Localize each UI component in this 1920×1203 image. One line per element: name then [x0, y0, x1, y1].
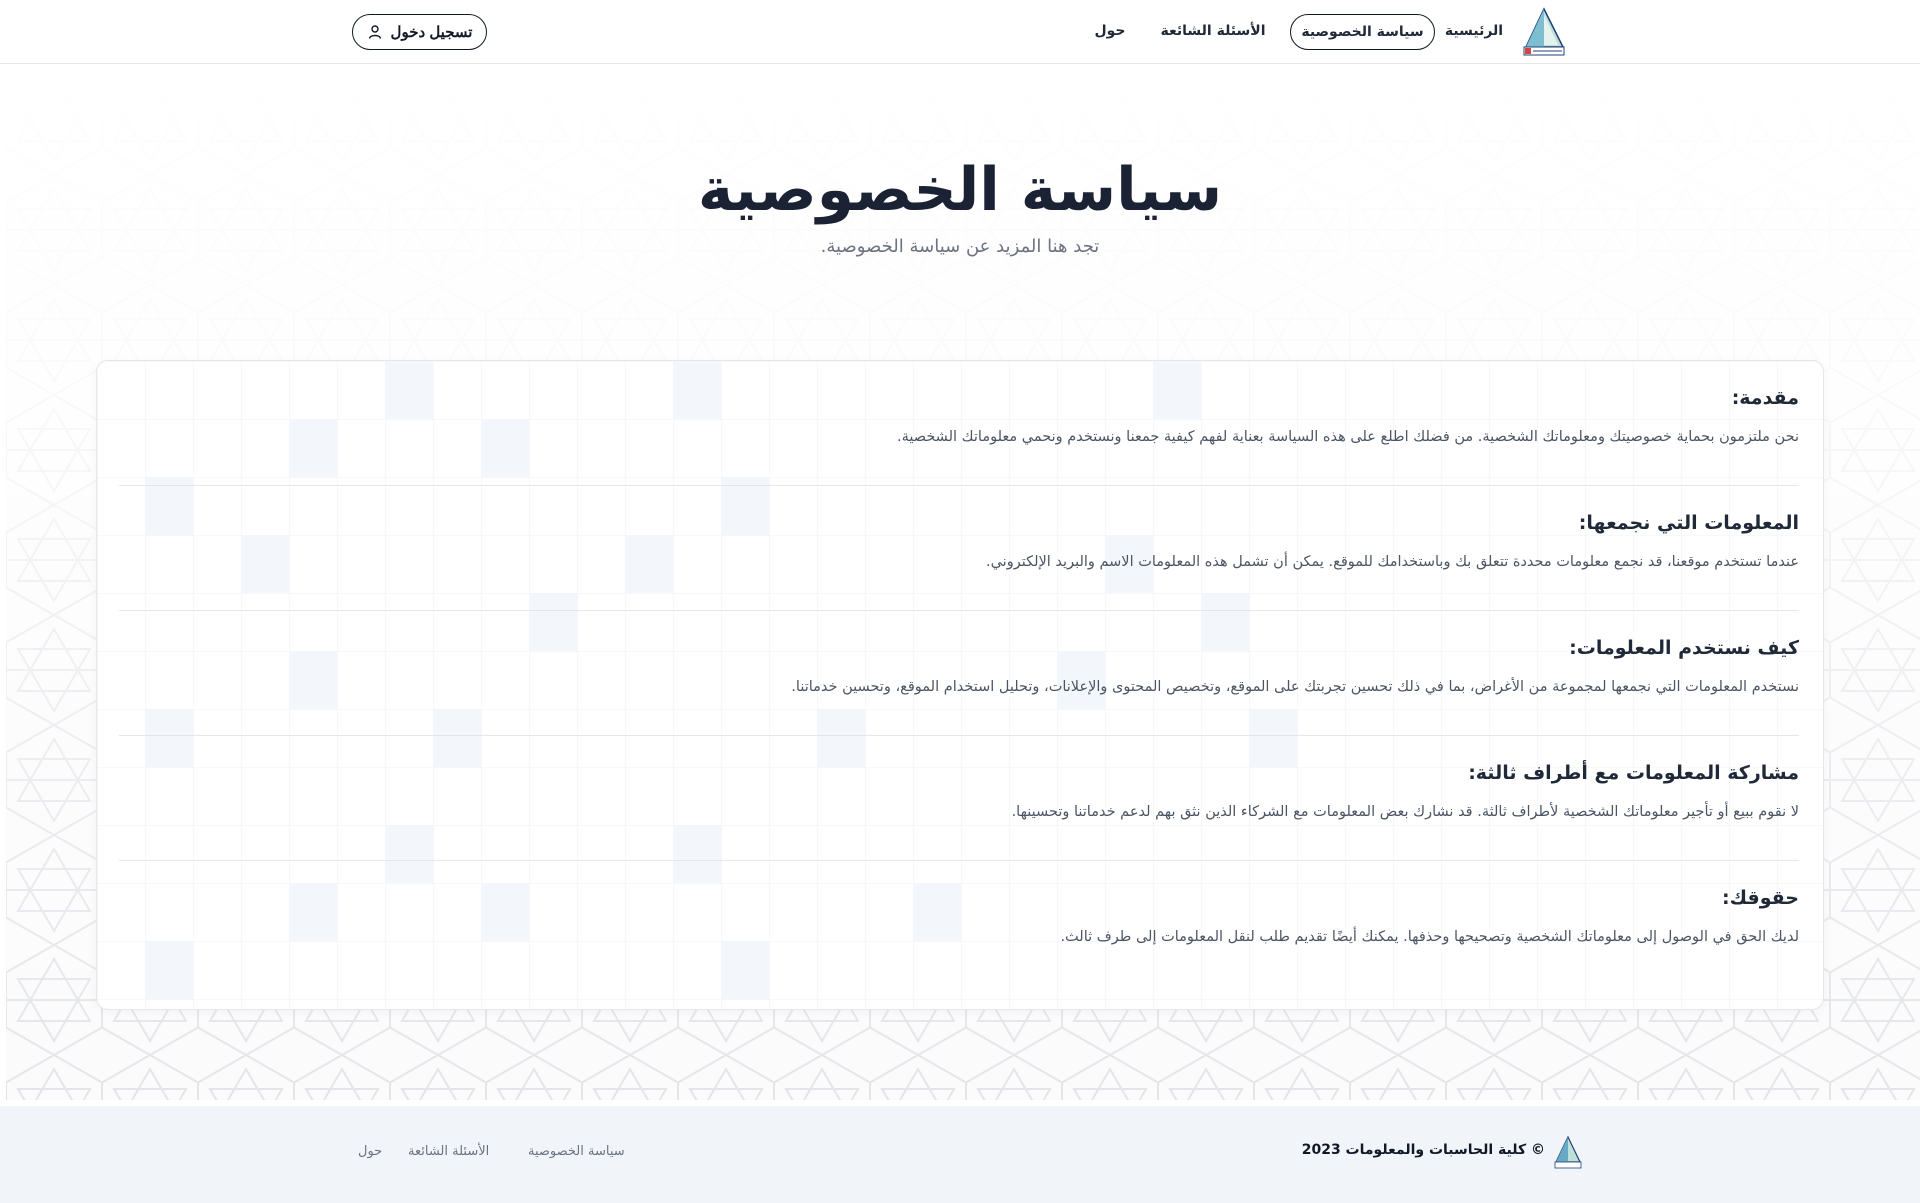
section-title: مشاركة المعلومات مع أطراف ثالثة: — [1468, 762, 1799, 784]
section-body: لديك الحق في الوصول إلى معلوماتك الشخصية… — [1060, 929, 1799, 945]
section-divider — [119, 860, 1799, 861]
section-body: نحن ملتزمون بحماية خصوصيتك ومعلوماتك الش… — [896, 429, 1799, 445]
user-icon — [368, 25, 381, 39]
nav-privacy-link[interactable]: سياسة الخصوصية — [1290, 14, 1435, 50]
section-divider — [119, 610, 1799, 611]
page-title: سياسة الخصوصية — [697, 155, 1223, 225]
section-title: مقدمة: — [1731, 387, 1799, 409]
section-divider — [119, 485, 1799, 486]
page-subtitle: تجد هنا المزيد عن سياسة الخصوصية. — [820, 236, 1100, 257]
section-divider — [119, 735, 1799, 736]
nav-faq-link[interactable]: الأسئلة الشائعة — [1152, 14, 1274, 50]
privacy-policy-card: مقدمة: نحن ملتزمون بحماية خصوصيتك ومعلوم… — [96, 360, 1824, 1010]
section-body: نستخدم المعلومات التي نجمعها لمجموعة من … — [791, 679, 1799, 695]
section-body: لا نقوم ببيع أو تأجير معلوماتك الشخصية ل… — [1011, 804, 1799, 820]
footer-about-link[interactable]: حول — [358, 1144, 382, 1159]
nav-about-link[interactable]: حول — [1082, 14, 1138, 50]
college-logo[interactable] — [1518, 7, 1570, 57]
footer-privacy-link[interactable]: سياسة الخصوصية — [528, 1144, 625, 1159]
sailboat-logo-icon — [1554, 1135, 1582, 1169]
footer-copyright: © كلية الحاسبات والمعلومات 2023 — [1301, 1142, 1545, 1158]
section-title: كيف نستخدم المعلومات: — [1569, 637, 1799, 659]
top-navbar: الرئيسية سياسة الخصوصية الأسئلة الشائعة … — [0, 0, 1920, 64]
section-title: المعلومات التي نجمعها: — [1578, 512, 1799, 534]
page-footer: © كلية الحاسبات والمعلومات 2023 سياسة ال… — [0, 1106, 1920, 1203]
sailboat-logo-icon — [1523, 7, 1565, 56]
section-body: عندما تستخدم موقعنا، قد نجمع معلومات محد… — [985, 554, 1799, 570]
footer-logo[interactable] — [1552, 1135, 1584, 1170]
footer-faq-link[interactable]: الأسئلة الشائعة — [408, 1144, 489, 1159]
login-label: تسجيل دخول — [390, 24, 473, 41]
nav-home-link[interactable]: الرئيسية — [1440, 14, 1508, 50]
section-title: حقوقك: — [1721, 887, 1799, 909]
login-button[interactable]: تسجيل دخول — [352, 14, 487, 50]
